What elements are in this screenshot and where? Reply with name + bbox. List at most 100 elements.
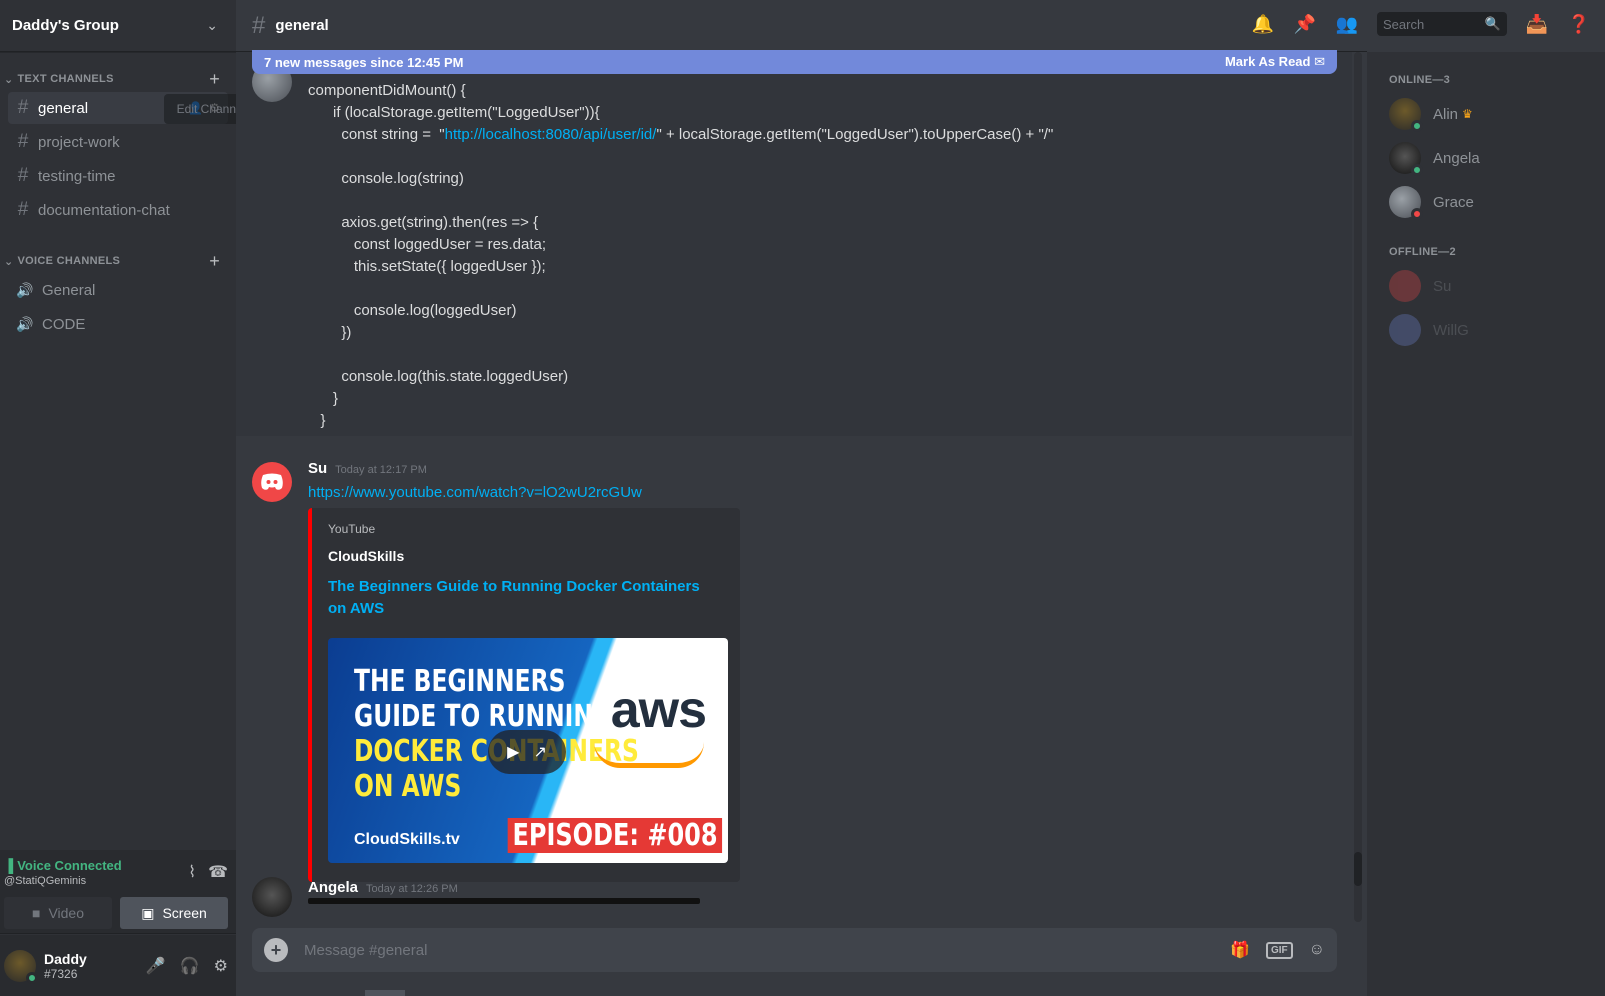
avatar[interactable] xyxy=(252,462,292,502)
channel-sidebar: Daddy's Group ⌄ ⌄ TEXT CHANNELS + # gener… xyxy=(0,0,258,996)
aws-smile-icon xyxy=(594,742,704,768)
code-line: componentDidMount() { xyxy=(308,82,466,99)
microphone-icon[interactable]: 🎤 xyxy=(146,956,166,976)
bell-icon[interactable]: 🔔 xyxy=(1251,12,1275,36)
member-grace[interactable]: Grace xyxy=(1375,180,1597,224)
username: Daddy xyxy=(44,950,87,967)
author-name[interactable]: Angela xyxy=(308,879,358,896)
pin-icon[interactable]: 📌 xyxy=(1293,12,1317,36)
embed-author[interactable]: CloudSkills xyxy=(328,548,724,564)
discord-app: Daddy's Group ⌄ ⌄ TEXT CHANNELS + # gener… xyxy=(0,0,1605,996)
user-tag: #7326 xyxy=(44,966,78,981)
new-messages-text: 7 new messages since 12:45 PM xyxy=(264,54,464,70)
video-button[interactable]: ■ Video xyxy=(4,897,112,929)
add-channel-icon[interactable]: + xyxy=(209,251,220,272)
message-list[interactable]: componentDidMount() { if (localStorage.g… xyxy=(236,52,1352,922)
code-line: " + localStorage.getItem("LoggedUser").t… xyxy=(656,126,1054,143)
channel-project-work[interactable]: # project-work xyxy=(8,126,228,158)
code-line: axios.get(string).then(res => { xyxy=(308,214,539,231)
avatar[interactable] xyxy=(252,877,292,917)
voice-channels-category[interactable]: ⌄ VOICE CHANNELS + xyxy=(0,250,236,272)
text-channels-category[interactable]: ⌄ TEXT CHANNELS + xyxy=(0,68,236,90)
hash-icon: # xyxy=(17,165,29,186)
code-line: const loggedUser = res.data; xyxy=(308,236,547,253)
member-angela[interactable]: Angela xyxy=(1375,136,1597,180)
code-line: console.log(loggedUser) xyxy=(308,302,517,319)
inbox-icon[interactable]: 📥 xyxy=(1525,12,1549,36)
code-line: }) xyxy=(308,324,352,341)
embed-title[interactable]: The Beginners Guide to Running Docker Co… xyxy=(328,576,708,620)
code-line: const string = " xyxy=(308,126,445,143)
message-composer: + 🎁 GIF ☺ xyxy=(252,928,1337,972)
member-willg[interactable]: WillG xyxy=(1375,308,1597,352)
youtube-link[interactable]: https://www.youtube.com/watch?v=lO2wU2rc… xyxy=(308,484,642,501)
hash-icon: # xyxy=(252,11,266,39)
member-name: Angela xyxy=(1433,149,1480,167)
voice-status-label: Voice Connected xyxy=(17,858,122,873)
mark-as-read-button[interactable]: Mark As Read ✉ xyxy=(1225,54,1325,70)
message-input[interactable] xyxy=(304,941,1231,959)
camera-icon: ■ xyxy=(31,905,41,921)
hash-icon: # xyxy=(17,131,29,152)
attachment-preview[interactable] xyxy=(308,898,700,904)
offline-group-label: OFFLINE—2 xyxy=(1389,246,1456,258)
scrollbar[interactable] xyxy=(1354,52,1362,922)
open-external-icon[interactable]: ↗ xyxy=(534,742,547,762)
guild-header[interactable]: Daddy's Group ⌄ xyxy=(0,0,236,52)
online-status-icon xyxy=(1411,164,1423,176)
help-icon[interactable]: ❓ xyxy=(1567,12,1591,36)
search-input[interactable]: Search 🔍 xyxy=(1377,12,1507,36)
crown-icon: ♛ xyxy=(1462,107,1473,121)
thumb-line: ON AWS xyxy=(354,769,462,804)
code-line: console.log(this.state.loggedUser) xyxy=(308,368,569,385)
thumb-line: GUIDE TO RUNNING xyxy=(354,699,613,734)
voice-channel-code[interactable]: 🔊 CODE xyxy=(8,308,228,340)
channel-label: testing-time xyxy=(38,167,116,185)
gear-icon[interactable]: ⚙ xyxy=(214,956,228,976)
hash-icon: # xyxy=(17,199,29,220)
code-line: } xyxy=(308,412,326,429)
taskbar-indicator xyxy=(365,990,405,996)
youtube-embed: YouTube CloudSkills The Beginners Guide … xyxy=(308,508,740,882)
new-messages-bar[interactable]: 7 new messages since 12:45 PM Mark As Re… xyxy=(252,50,1337,74)
member-alin[interactable]: Alin ♛ xyxy=(1375,92,1597,136)
channel-title: general xyxy=(275,17,329,34)
channel-testing-time[interactable]: # testing-time xyxy=(8,160,228,192)
add-attachment-icon[interactable]: + xyxy=(264,938,288,962)
avatar xyxy=(1389,98,1423,132)
gift-icon[interactable]: 🎁 xyxy=(1230,940,1250,960)
voice-channel-general[interactable]: 🔊 General xyxy=(8,274,228,306)
channel-documentation-chat[interactable]: # documentation-chat xyxy=(8,194,228,226)
speaker-icon: 🔊 xyxy=(16,281,34,298)
video-thumbnail[interactable]: THE BEGINNERS GUIDE TO RUNNING DOCKER CO… xyxy=(328,638,728,863)
voice-connection-panel: ▐ Voice Connected @StatiQGeminis ⌇ ☎ ■ V… xyxy=(0,850,236,934)
author-name[interactable]: Su xyxy=(308,460,327,477)
member-su[interactable]: Su xyxy=(1375,264,1597,308)
members-icon[interactable]: 👥 xyxy=(1335,12,1359,36)
add-channel-icon[interactable]: + xyxy=(209,69,220,90)
screen-share-button[interactable]: ▣ Screen xyxy=(120,897,228,929)
headphones-icon[interactable]: 🎧 xyxy=(180,956,200,976)
noise-suppression-icon[interactable]: ⌇ xyxy=(188,862,196,882)
member-name: WillG xyxy=(1433,321,1469,339)
gif-button[interactable]: GIF xyxy=(1265,941,1293,959)
code-link[interactable]: http://localhost:8080/api/user/id/ xyxy=(445,126,657,143)
speaker-icon: 🔊 xyxy=(16,315,34,332)
hash-icon: # xyxy=(17,97,29,118)
voice-status[interactable]: ▐ Voice Connected xyxy=(4,858,122,873)
code-message: componentDidMount() { if (localStorage.g… xyxy=(236,52,1352,436)
scrollbar-thumb[interactable] xyxy=(1354,852,1362,886)
emoji-icon[interactable]: ☺ xyxy=(1309,941,1325,959)
play-controls[interactable]: ▶ ↗ xyxy=(488,730,566,774)
play-icon[interactable]: ▶ xyxy=(507,742,519,762)
cloudskills-logo: CloudSkills.tv xyxy=(354,831,460,848)
member-name: Su xyxy=(1433,277,1452,295)
chevron-down-icon[interactable]: ⌄ xyxy=(206,17,218,34)
thumb-line: THE BEGINNERS xyxy=(354,664,566,699)
avatar[interactable] xyxy=(4,949,38,984)
disconnect-icon[interactable]: ☎ xyxy=(208,862,228,882)
guild-name: Daddy's Group xyxy=(12,17,119,34)
embed-provider[interactable]: YouTube xyxy=(328,522,724,536)
channel-header: # general xyxy=(236,0,1367,52)
mark-read-icon: ✉ xyxy=(1314,54,1325,69)
